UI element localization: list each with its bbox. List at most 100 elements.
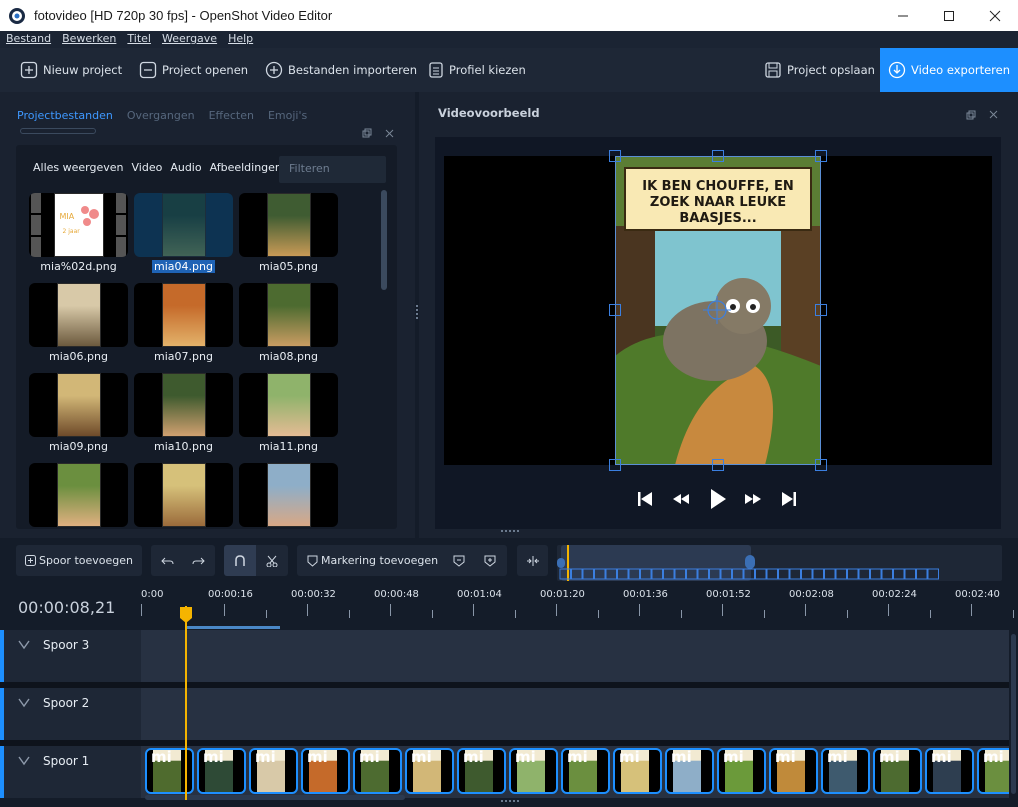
transform-handle[interactable] — [815, 304, 827, 316]
file-thumbnail[interactable] — [239, 193, 338, 257]
transform-handle[interactable] — [815, 150, 827, 162]
timeline-clip[interactable]: mi — [769, 748, 818, 794]
filter-input[interactable]: Filteren — [279, 156, 386, 183]
timeline-clip[interactable]: mi — [613, 748, 662, 794]
file-thumbnail[interactable] — [29, 463, 128, 527]
files-scrollbar[interactable] — [381, 190, 387, 290]
next-marker-icon[interactable] — [484, 555, 496, 567]
save-project-button[interactable]: Project opslaan — [764, 48, 875, 92]
timeline-clip[interactable]: mi — [301, 748, 350, 794]
filter-all[interactable]: Alles weergeven — [33, 161, 124, 174]
zoom-handle-left[interactable] — [557, 558, 565, 568]
track-3-area[interactable] — [141, 630, 1009, 682]
jump-end-icon[interactable] — [780, 487, 798, 511]
maximize-button[interactable] — [926, 0, 972, 31]
previous-marker-icon[interactable] — [453, 555, 465, 567]
tab-emojis[interactable]: Emoji's — [268, 109, 307, 122]
float-preview-icon[interactable] — [966, 110, 976, 120]
track-1-header[interactable]: Spoor 1 — [0, 746, 141, 798]
fast-forward-icon[interactable] — [744, 487, 762, 511]
menu-bewerken[interactable]: Bewerken — [56, 31, 121, 48]
filter-images[interactable]: Afbeeldingen — [210, 161, 282, 174]
horizontal-splitter[interactable] — [501, 530, 519, 533]
timeline-vscroll-thumb[interactable] — [1011, 634, 1016, 794]
track-1-area[interactable]: mi mi mi mi mi mi mi mi mi mi mi mi mi mi mi mi mi — [141, 746, 1018, 798]
transform-handle[interactable] — [609, 150, 621, 162]
timeline-clip[interactable]: mi — [561, 748, 610, 794]
timeline-ruler[interactable]: 0:00 00:00:16 00:00:32 00:00:48 00:01:04 00:0… — [141, 588, 1018, 630]
playhead-handle-icon[interactable] — [179, 606, 193, 624]
play-icon[interactable] — [708, 487, 726, 511]
timeline-clip[interactable]: mi — [925, 748, 974, 794]
filter-video[interactable]: Video — [132, 161, 163, 174]
export-video-button[interactable]: Video exporteren — [880, 48, 1018, 92]
track-2-area[interactable] — [141, 688, 1009, 740]
add-track-button[interactable]: Spoor toevoegen — [16, 545, 142, 576]
timeline-clip[interactable]: mi — [353, 748, 402, 794]
center-playhead-button[interactable] — [517, 545, 548, 576]
chevron-down-icon[interactable] — [18, 756, 30, 766]
transform-handle[interactable] — [712, 459, 724, 471]
close-preview-icon[interactable] — [989, 110, 998, 119]
undo-icon[interactable] — [161, 554, 175, 568]
file-thumbnail[interactable] — [239, 373, 338, 437]
file-thumbnail[interactable] — [29, 373, 128, 437]
tab-effects[interactable]: Effecten — [209, 109, 254, 122]
track-2-header[interactable]: Spoor 2 — [0, 688, 141, 740]
menu-bestand[interactable]: Bestand — [0, 31, 56, 48]
timeline-hscroll[interactable] — [145, 795, 405, 800]
timeline-vscroll[interactable] — [1009, 630, 1018, 798]
file-thumbnail[interactable] — [239, 283, 338, 347]
transform-handle[interactable] — [712, 150, 724, 162]
timeline-zoom-slider[interactable] — [557, 545, 1002, 581]
tab-project-files[interactable]: Projectbestanden — [17, 109, 113, 122]
menu-titel[interactable]: Titel — [121, 31, 156, 48]
rewind-icon[interactable] — [672, 487, 690, 511]
file-thumbnail[interactable] — [134, 283, 233, 347]
transform-handle[interactable] — [609, 304, 621, 316]
zoom-handle-right[interactable] — [745, 555, 755, 569]
tab-scrollbar[interactable] — [20, 128, 96, 134]
timeline-clip[interactable]: mi — [717, 748, 766, 794]
menu-weergave[interactable]: Weergave — [156, 31, 222, 48]
file-thumbnail[interactable] — [29, 283, 128, 347]
timeline-clip[interactable]: mi — [509, 748, 558, 794]
bottom-splitter[interactable] — [501, 800, 519, 803]
float-panel-icon[interactable] — [362, 128, 372, 138]
timeline-clip[interactable]: mi — [405, 748, 454, 794]
jump-start-icon[interactable] — [636, 487, 654, 511]
timeline-clip[interactable]: mi — [457, 748, 506, 794]
file-thumbnail[interactable] — [134, 463, 233, 527]
transform-handle[interactable] — [815, 459, 827, 471]
timeline-clip[interactable]: mi — [821, 748, 870, 794]
playhead-line[interactable] — [185, 606, 187, 800]
menu-help[interactable]: Help — [222, 31, 258, 48]
timeline-clip[interactable]: mi — [665, 748, 714, 794]
minimize-button[interactable] — [880, 0, 926, 31]
chevron-down-icon[interactable] — [18, 640, 30, 650]
file-thumbnail[interactable] — [239, 463, 338, 527]
timeline-clip[interactable]: mi — [197, 748, 246, 794]
file-thumbnail[interactable]: MIA 2 jaar — [29, 193, 128, 257]
choose-profile-button[interactable]: Profiel kiezen — [428, 48, 526, 92]
new-project-button[interactable]: Nieuw project — [20, 48, 122, 92]
snap-button[interactable] — [224, 545, 256, 576]
import-files-button[interactable]: Bestanden importeren — [265, 48, 417, 92]
transform-origin-icon[interactable] — [703, 296, 731, 324]
panel-splitter[interactable] — [416, 305, 418, 319]
track-3-header[interactable]: Spoor 3 — [0, 630, 141, 682]
redo-icon[interactable] — [191, 554, 205, 568]
file-thumbnail[interactable] — [134, 373, 233, 437]
chevron-down-icon[interactable] — [18, 698, 30, 708]
open-project-button[interactable]: Project openen — [139, 48, 248, 92]
tab-transitions[interactable]: Overgangen — [127, 109, 195, 122]
filter-audio[interactable]: Audio — [170, 161, 201, 174]
close-button[interactable] — [972, 0, 1018, 31]
transform-handle[interactable] — [609, 459, 621, 471]
close-panel-icon[interactable] — [385, 129, 394, 138]
razor-button[interactable] — [256, 545, 288, 576]
timeline-clip[interactable]: mi — [249, 748, 298, 794]
file-thumbnail[interactable] — [134, 193, 233, 257]
timeline-clip[interactable]: mi — [873, 748, 922, 794]
add-marker-button[interactable]: Markering toevoegen — [297, 545, 507, 576]
